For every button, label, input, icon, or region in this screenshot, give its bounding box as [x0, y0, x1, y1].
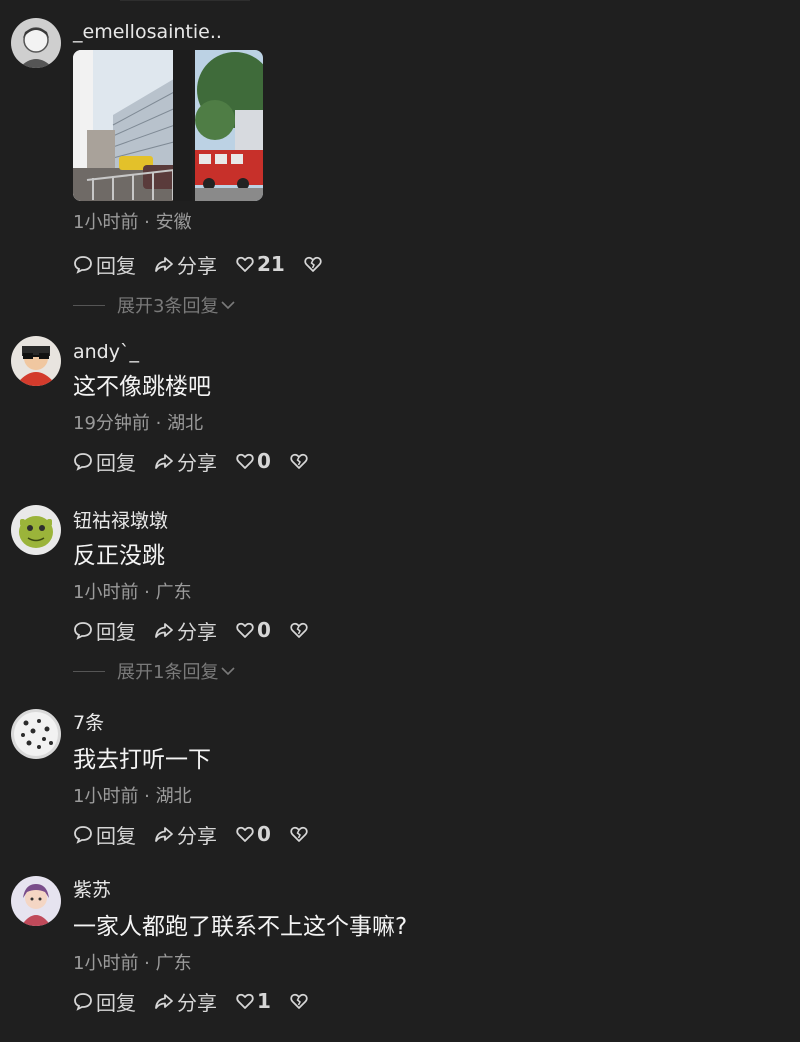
share-button[interactable]: 分享 [154, 447, 217, 476]
username[interactable]: _emellosaintie.. [73, 20, 800, 44]
reply-button[interactable]: 回复 [73, 987, 136, 1016]
like-count: 21 [257, 252, 285, 276]
heart-icon [236, 453, 254, 469]
comment-meta: 1小时前 · 安徽 [73, 212, 192, 233]
comment-text: 反正没跳 [73, 543, 165, 569]
comment-actions: 回复 分享 0 [73, 616, 800, 644]
fire-truck-photo[interactable] [195, 50, 263, 201]
avatar[interactable] [11, 18, 61, 68]
share-arrow-icon [155, 623, 173, 638]
comment-text: 一家人都跑了联系不上这个事嘛? [73, 914, 408, 940]
reply-label: 回复 [96, 619, 136, 644]
chevron-down-icon [221, 301, 236, 310]
like-count: 0 [257, 822, 271, 846]
avatar[interactable] [11, 336, 61, 386]
heart-icon [236, 826, 254, 842]
broken-heart-icon [290, 993, 308, 1009]
chevron-down-icon [221, 667, 236, 676]
share-arrow-icon [155, 994, 173, 1009]
share-arrow-icon [155, 257, 173, 272]
avatar[interactable] [11, 505, 61, 555]
like-button[interactable]: 21 [235, 252, 285, 276]
like-count: 0 [257, 618, 271, 642]
like-button[interactable]: 1 [235, 989, 271, 1013]
divider [120, 0, 250, 1]
avatar[interactable] [11, 876, 61, 926]
comment-text: 这不像跳楼吧 [73, 374, 211, 400]
heart-icon [236, 622, 254, 638]
dislike-button[interactable] [303, 254, 323, 274]
dislike-button[interactable] [289, 620, 309, 640]
comment-actions: 回复 分享 0 [73, 820, 800, 848]
like-button[interactable]: 0 [235, 449, 271, 473]
comment-actions: 回复 分享 0 [73, 447, 800, 475]
expand-label: 展开1条回复 [117, 662, 219, 683]
broken-heart-icon [290, 622, 308, 638]
reply-label: 回复 [96, 823, 136, 848]
share-button[interactable]: 分享 [154, 616, 217, 645]
broken-heart-icon [290, 453, 308, 469]
share-label: 分享 [177, 253, 217, 278]
expand-label: 展开3条回复 [117, 296, 219, 317]
username[interactable]: andy`_ [73, 340, 800, 364]
dislike-button[interactable] [289, 824, 309, 844]
username[interactable]: 7条 [73, 711, 800, 735]
expand-dash [73, 670, 105, 672]
share-label: 分享 [177, 450, 217, 475]
reply-button[interactable]: 回复 [73, 616, 136, 645]
dislike-button[interactable] [289, 451, 309, 471]
share-arrow-icon [155, 454, 173, 469]
comment-text: 我去打听一下 [73, 747, 211, 773]
comment-actions: 回复 分享 21 [73, 250, 800, 278]
reply-button[interactable]: 回复 [73, 447, 136, 476]
comment-actions: 回复 分享 1 [73, 987, 800, 1015]
reply-label: 回复 [96, 450, 136, 475]
reply-label: 回复 [96, 253, 136, 278]
expand-replies[interactable]: 展开1条回复 [73, 658, 800, 684]
heart-icon [236, 256, 254, 272]
avatar[interactable] [11, 709, 61, 759]
reply-button[interactable]: 回复 [73, 250, 136, 279]
share-arrow-icon [155, 827, 173, 842]
comment-meta: 1小时前 · 广东 [73, 953, 192, 974]
building-photo[interactable] [73, 50, 192, 201]
broken-heart-icon [304, 256, 322, 272]
share-button[interactable]: 分享 [154, 820, 217, 849]
share-label: 分享 [177, 619, 217, 644]
reply-label: 回复 [96, 990, 136, 1015]
reply-bubble-icon [74, 453, 92, 471]
comment-meta: 1小时前 · 湖北 [73, 786, 192, 807]
share-label: 分享 [177, 823, 217, 848]
broken-heart-icon [290, 826, 308, 842]
reply-bubble-icon [74, 256, 92, 274]
like-button[interactable]: 0 [235, 822, 271, 846]
reply-bubble-icon [74, 826, 92, 844]
username[interactable]: 紫苏 [73, 878, 800, 902]
username[interactable]: 钮祜禄墩墩 [73, 509, 800, 533]
like-count: 0 [257, 449, 271, 473]
heart-icon [236, 993, 254, 1009]
share-label: 分享 [177, 990, 217, 1015]
comment-images [73, 50, 800, 201]
comment-meta: 1小时前 · 广东 [73, 582, 192, 603]
comment-meta: 19分钟前 · 湖北 [73, 413, 204, 434]
like-count: 1 [257, 989, 271, 1013]
expand-dash [73, 304, 105, 306]
share-button[interactable]: 分享 [154, 987, 217, 1016]
like-button[interactable]: 0 [235, 618, 271, 642]
reply-button[interactable]: 回复 [73, 820, 136, 849]
share-button[interactable]: 分享 [154, 250, 217, 279]
dislike-button[interactable] [289, 991, 309, 1011]
reply-bubble-icon [74, 993, 92, 1011]
expand-replies[interactable]: 展开3条回复 [73, 292, 800, 318]
reply-bubble-icon [74, 622, 92, 640]
